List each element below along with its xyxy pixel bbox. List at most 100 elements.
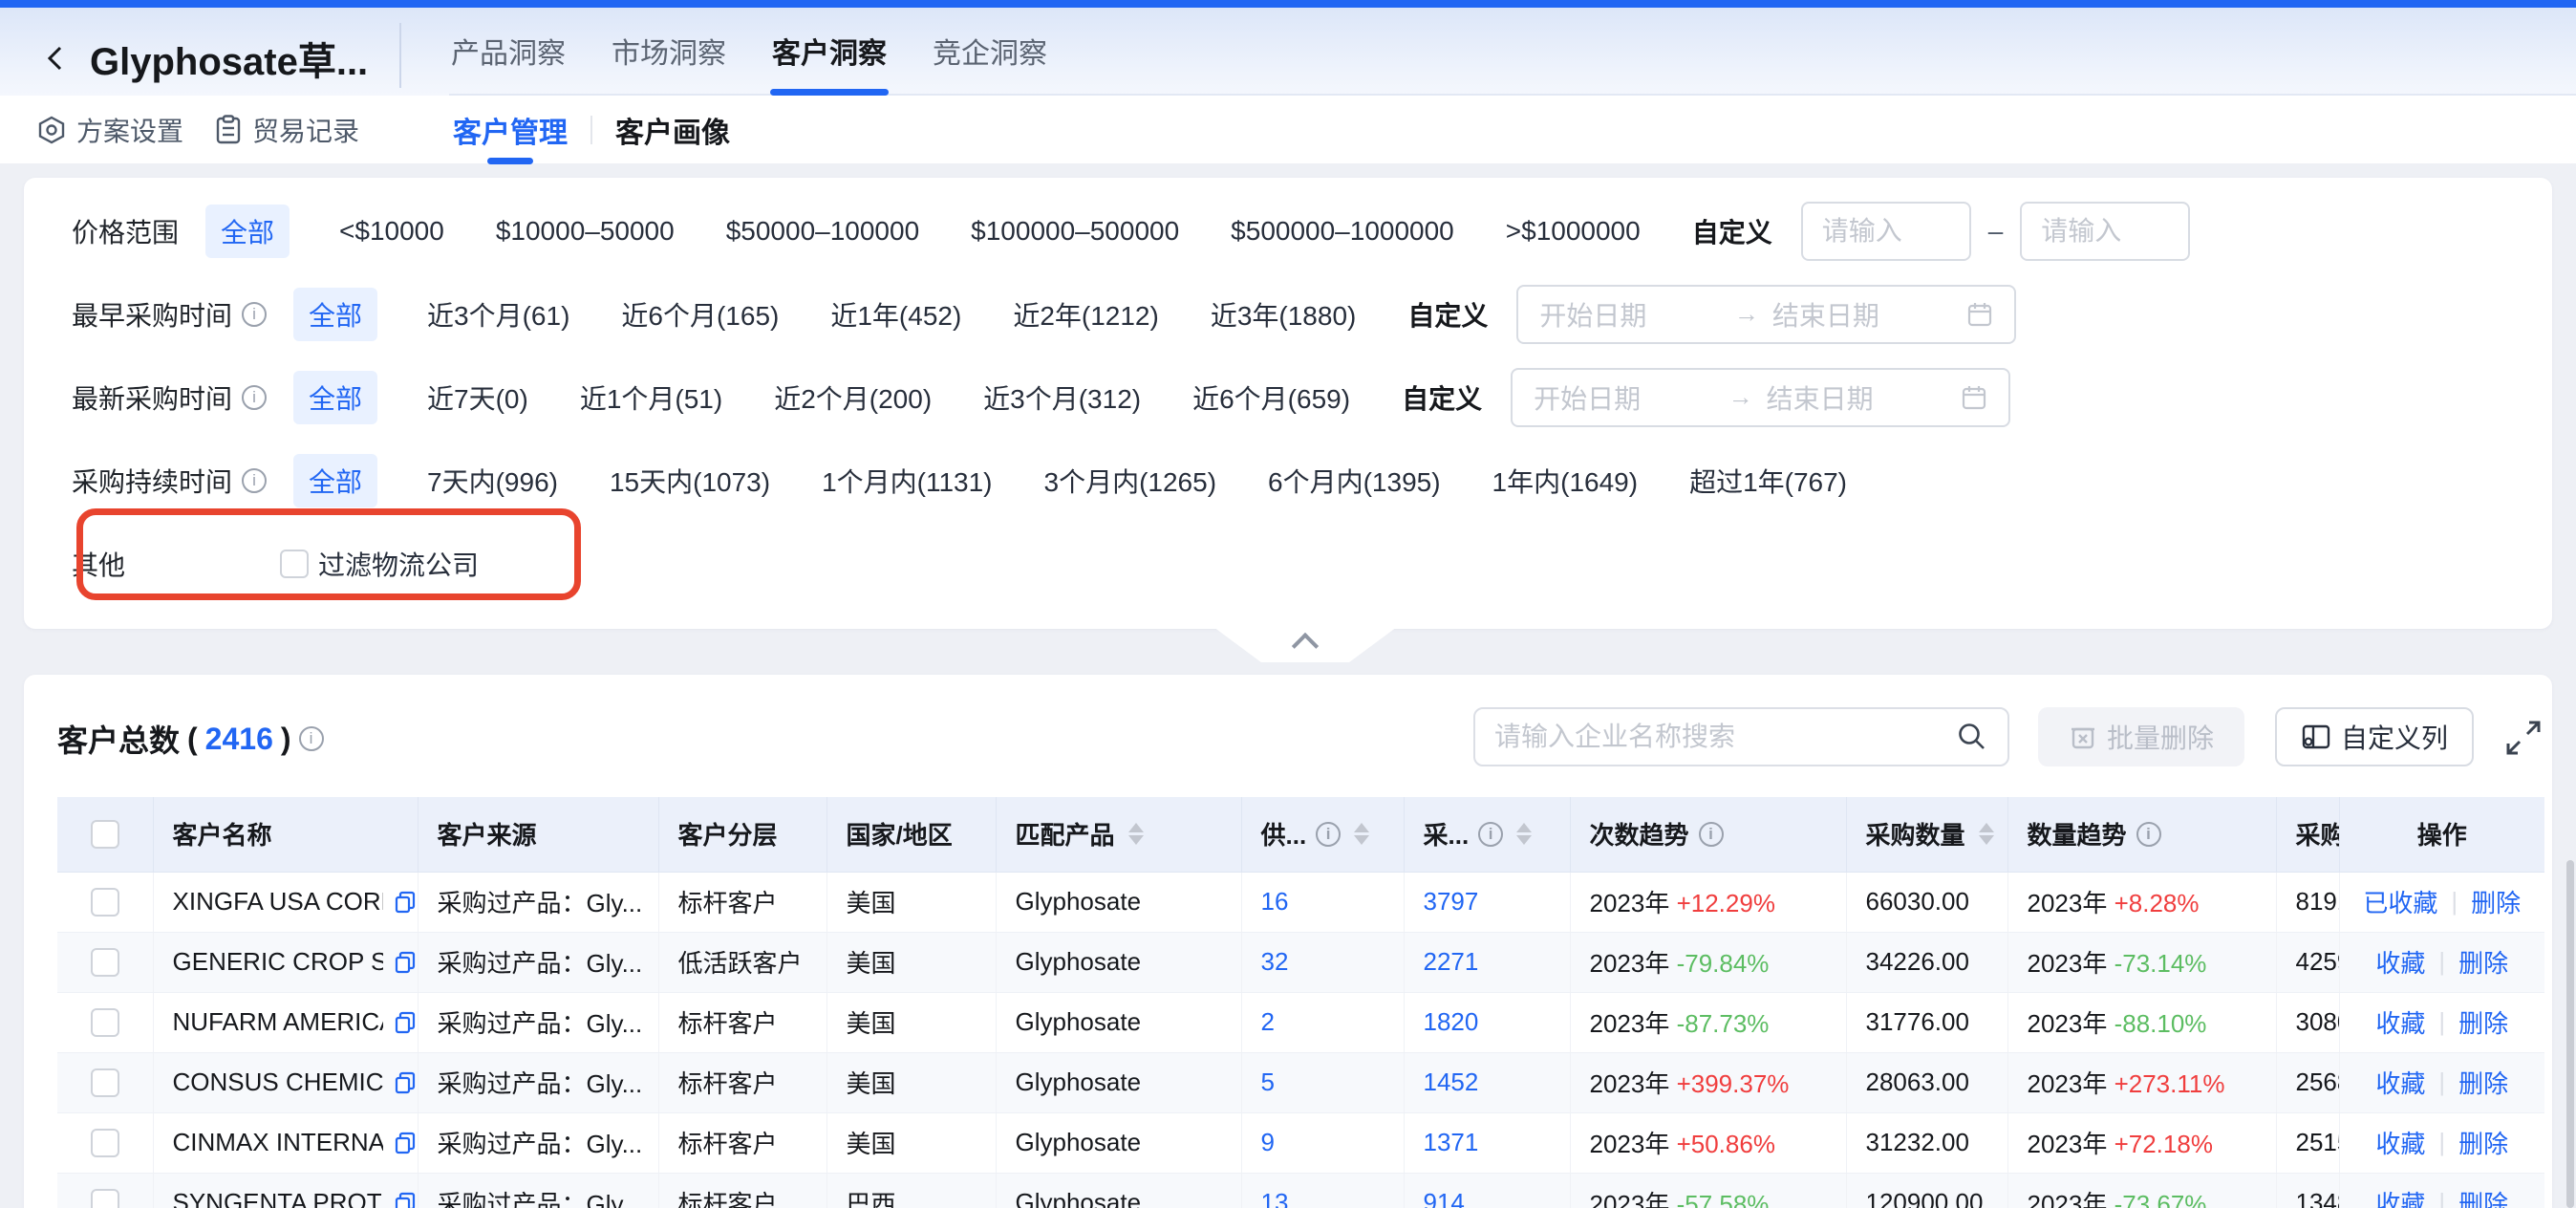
back-button[interactable]	[34, 37, 76, 79]
filter-logistics-checkbox[interactable]	[280, 550, 309, 578]
collapse-filters-handle[interactable]	[1213, 627, 1397, 667]
supplier-count-link[interactable]: 5	[1261, 1068, 1275, 1096]
earliest-option[interactable]: 近6个月(165)	[621, 295, 779, 334]
purchase-count-link[interactable]: 1452	[1424, 1068, 1479, 1096]
delete-link[interactable]: 删除	[2458, 944, 2508, 980]
delete-link[interactable]: 删除	[2458, 1125, 2508, 1160]
trade-records-button[interactable]: 贸易记录	[214, 96, 359, 164]
duration-option[interactable]: 15天内(1073)	[610, 462, 770, 500]
purchase-count-link[interactable]: 3797	[1424, 887, 1479, 916]
info-icon[interactable]: i	[242, 385, 267, 410]
latest-option-all[interactable]: 全部	[293, 371, 377, 424]
row-checkbox[interactable]	[91, 888, 119, 917]
copy-icon[interactable]	[393, 890, 418, 915]
row-checkbox[interactable]	[91, 948, 119, 977]
copy-icon[interactable]	[393, 1070, 418, 1095]
customer-total-count[interactable]: 2416	[205, 722, 273, 757]
copy-icon[interactable]	[393, 950, 418, 975]
favorite-link[interactable]: 收藏	[2375, 1004, 2425, 1040]
supplier-count-link[interactable]: 16	[1261, 887, 1289, 916]
price-option[interactable]: <$10000	[339, 216, 444, 247]
duration-option[interactable]: 6个月内(1395)	[1268, 462, 1441, 500]
latest-date-range-picker[interactable]: 开始日期 → 结束日期	[1511, 368, 2010, 427]
copy-icon[interactable]	[393, 1131, 418, 1155]
duration-option[interactable]: 1个月内(1131)	[822, 462, 992, 500]
row-checkbox[interactable]	[91, 1008, 119, 1037]
info-icon[interactable]: i	[1478, 822, 1503, 847]
latest-custom-label[interactable]: 自定义	[1402, 378, 1482, 417]
row-checkbox[interactable]	[91, 1068, 119, 1097]
latest-option[interactable]: 近6个月(659)	[1192, 378, 1350, 417]
sort-icon[interactable]	[1979, 823, 1994, 845]
earliest-custom-label[interactable]: 自定义	[1407, 295, 1488, 334]
purchase-count-link[interactable]: 1820	[1424, 1007, 1479, 1036]
purchase-count-link[interactable]: 1371	[1424, 1128, 1479, 1156]
purchase-count-link[interactable]: 914	[1424, 1188, 1465, 1208]
customer-name[interactable]: CONSUS CHEMICAL	[173, 1068, 383, 1097]
price-option[interactable]: >$1000000	[1506, 216, 1641, 247]
earliest-option[interactable]: 近3个月(61)	[427, 295, 569, 334]
delete-link[interactable]: 删除	[2471, 884, 2521, 919]
price-option[interactable]: $100000–500000	[971, 216, 1179, 247]
select-all-checkbox[interactable]	[91, 820, 119, 849]
delete-link[interactable]: 删除	[2458, 1185, 2508, 1208]
price-option[interactable]: $500000–1000000	[1231, 216, 1454, 247]
customer-name[interactable]: XINGFA USA CORPO	[173, 887, 383, 917]
earliest-option[interactable]: 近2年(1212)	[1013, 295, 1159, 334]
favorite-link[interactable]: 收藏	[2375, 1065, 2425, 1100]
price-max-input[interactable]	[2020, 202, 2190, 261]
tab-product-insight[interactable]: 产品洞察	[449, 8, 568, 94]
info-icon[interactable]: i	[299, 726, 324, 751]
favorite-link[interactable]: 收藏	[2375, 944, 2425, 980]
supplier-count-link[interactable]: 9	[1261, 1128, 1275, 1156]
info-icon[interactable]: i	[2136, 822, 2161, 847]
copy-icon[interactable]	[393, 1010, 418, 1035]
filter-logistics-label[interactable]: 过滤物流公司	[318, 545, 479, 583]
favorite-link[interactable]: 已收藏	[2363, 884, 2437, 919]
supplier-count-link[interactable]: 13	[1261, 1188, 1289, 1208]
price-option[interactable]: $10000–50000	[496, 216, 675, 247]
price-option-all[interactable]: 全部	[205, 205, 290, 258]
latest-option[interactable]: 近7天(0)	[427, 378, 528, 417]
customer-name[interactable]: NUFARM AMERICAS,	[173, 1007, 383, 1037]
supplier-count-link[interactable]: 2	[1261, 1007, 1275, 1036]
latest-option[interactable]: 近1个月(51)	[580, 378, 722, 417]
supplier-count-link[interactable]: 32	[1261, 947, 1289, 976]
latest-option[interactable]: 近2个月(200)	[774, 378, 932, 417]
company-search-input[interactable]	[1494, 722, 1956, 752]
customer-name[interactable]: SYNGENTA PROTEC	[173, 1188, 383, 1208]
duration-option[interactable]: 3个月内(1265)	[1044, 462, 1217, 500]
subtab-customer-profile[interactable]: 客户画像	[615, 96, 730, 164]
batch-delete-button[interactable]: 批量删除	[2038, 707, 2244, 766]
row-checkbox[interactable]	[91, 1129, 119, 1157]
sort-icon[interactable]	[1128, 823, 1144, 845]
tab-customer-insight[interactable]: 客户洞察	[770, 8, 889, 94]
tab-market-insight[interactable]: 市场洞察	[610, 8, 728, 94]
delete-link[interactable]: 删除	[2458, 1065, 2508, 1100]
favorite-link[interactable]: 收藏	[2375, 1125, 2425, 1160]
duration-option[interactable]: 超过1年(767)	[1689, 462, 1847, 500]
info-icon[interactable]: i	[1316, 822, 1341, 847]
sort-icon[interactable]	[1516, 823, 1532, 845]
info-icon[interactable]: i	[242, 302, 267, 327]
customize-columns-button[interactable]: 自定义列	[2275, 707, 2474, 766]
tab-competitor-insight[interactable]: 竞企洞察	[931, 8, 1049, 94]
earliest-option-all[interactable]: 全部	[293, 288, 377, 341]
customer-name[interactable]: GENERIC CROP SCI	[173, 947, 383, 977]
search-icon[interactable]	[1956, 721, 1988, 753]
duration-option[interactable]: 1年内(1649)	[1492, 462, 1639, 500]
duration-option-all[interactable]: 全部	[293, 454, 377, 507]
earliest-option[interactable]: 近1年(452)	[830, 295, 961, 334]
plan-settings-button[interactable]: 方案设置	[36, 96, 183, 164]
delete-link[interactable]: 删除	[2458, 1004, 2508, 1040]
duration-option[interactable]: 7天内(996)	[427, 462, 558, 500]
customer-name[interactable]: CINMAX INTERNATIO	[173, 1128, 383, 1157]
latest-option[interactable]: 近3个月(312)	[983, 378, 1141, 417]
info-icon[interactable]: i	[242, 468, 267, 493]
copy-icon[interactable]	[393, 1191, 418, 1208]
earliest-option[interactable]: 近3年(1880)	[1211, 295, 1357, 334]
row-checkbox[interactable]	[91, 1189, 119, 1208]
purchase-count-link[interactable]: 2271	[1424, 947, 1479, 976]
favorite-link[interactable]: 收藏	[2375, 1185, 2425, 1208]
price-option[interactable]: $50000–100000	[726, 216, 919, 247]
